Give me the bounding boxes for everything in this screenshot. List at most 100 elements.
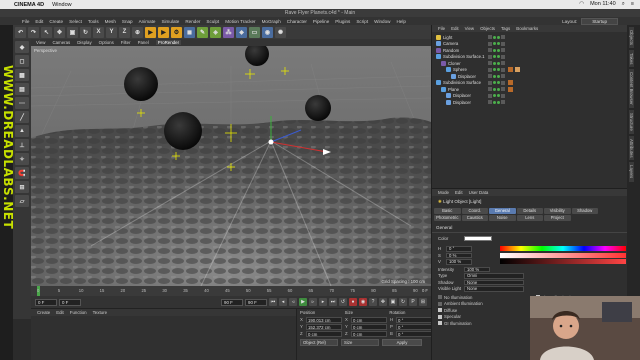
layer-icon[interactable] <box>488 74 492 79</box>
attribute-tab-coord[interactable]: Coord. <box>461 208 488 214</box>
layer-icon[interactable] <box>488 48 492 53</box>
position-x-field[interactable]: 190.013 cm <box>306 316 342 323</box>
mac-menu-window[interactable]: Window <box>52 2 72 8</box>
mac-app-name[interactable]: CINEMA 4D <box>14 2 44 8</box>
subdivision-surface-icon[interactable]: ◈ <box>210 26 221 38</box>
side-tab-layers[interactable]: Layers <box>629 162 634 182</box>
enable-check-icon[interactable] <box>501 93 505 98</box>
floor-environment-icon[interactable]: ▭ <box>249 26 260 38</box>
visibility-dot-icon[interactable] <box>493 35 496 39</box>
loop-icon[interactable]: ↺ <box>339 298 347 306</box>
coordinate-system-icon[interactable]: ⊕ <box>132 26 143 38</box>
previous-key-icon[interactable]: ◂ <box>279 298 287 306</box>
checkbox[interactable] <box>438 295 442 300</box>
go-to-end-icon[interactable]: ⏭ <box>329 298 337 306</box>
menu-list-icon[interactable]: ≡ <box>631 1 634 8</box>
end-frame-field[interactable]: 90 F <box>221 298 243 306</box>
viewport-menu-view[interactable]: View <box>36 40 45 45</box>
menu-render[interactable]: Render <box>185 19 200 24</box>
menu-mesh[interactable]: Mesh <box>105 19 116 24</box>
attribute-tab-project[interactable]: Project <box>544 215 571 221</box>
menu-snap[interactable]: Snap <box>122 19 133 24</box>
rotate-icon[interactable]: ↻ <box>80 26 91 38</box>
planar-workplane-icon[interactable]: ▱ <box>15 195 29 207</box>
coord-size-select[interactable]: Size <box>341 339 379 346</box>
render-picture-viewer-icon[interactable]: ▶ <box>158 26 169 38</box>
object-name[interactable]: Subdivision Surface.1 <box>443 54 491 59</box>
visibility-dot-icon[interactable] <box>493 94 496 98</box>
enable-check-icon[interactable] <box>501 61 505 66</box>
side-tab-structure[interactable]: Structure <box>629 110 634 134</box>
value-field[interactable]: 100 % <box>446 259 472 265</box>
enable-check-icon[interactable] <box>501 87 505 92</box>
current-frame-field[interactable]: 0 F <box>35 298 57 306</box>
deformer-icon[interactable]: ◆ <box>236 26 247 38</box>
intensity-field[interactable]: 100 % <box>464 266 490 272</box>
layout-select[interactable]: Startup <box>581 17 618 25</box>
material-tag-icon[interactable] <box>515 67 520 73</box>
keyframe-selection-icon[interactable]: ? <box>369 298 377 306</box>
wifi-icon[interactable]: ◠ <box>579 1 584 8</box>
cloner-icon[interactable]: ⁂ <box>223 26 234 38</box>
attr-menu-mode[interactable]: Mode <box>438 190 449 195</box>
perspective-viewport[interactable]: Perspective Grid Spacing : 100 cm <box>31 46 431 286</box>
object-name[interactable]: Random <box>443 48 491 53</box>
make-editable-icon[interactable]: ◆ <box>15 41 29 53</box>
render-dot-icon[interactable] <box>497 81 500 85</box>
menu-script[interactable]: Script <box>356 19 368 24</box>
attribute-tab-basic[interactable]: Basic <box>434 208 461 214</box>
rotation-p-field[interactable]: 0 ° <box>396 323 432 330</box>
attribute-tab-visibility[interactable]: Visibility <box>544 208 571 214</box>
axis-mode-icon[interactable]: ⊥ <box>15 139 29 151</box>
undo-icon[interactable]: ↶ <box>15 26 26 38</box>
render-dot-icon[interactable] <box>497 94 500 98</box>
autokey-icon[interactable]: ◉ <box>359 298 367 306</box>
position-z-field[interactable]: 0 cm <box>306 330 342 337</box>
attribute-tab-general[interactable]: General <box>489 208 516 214</box>
render-dot-icon[interactable] <box>497 61 500 65</box>
object-name[interactable]: Subdivision Surface <box>443 80 491 85</box>
menu-window[interactable]: Window <box>374 19 390 24</box>
visibility-dot-icon[interactable] <box>493 100 496 104</box>
menu-help[interactable]: Help <box>396 19 405 24</box>
enable-check-icon[interactable] <box>501 67 505 72</box>
viewport-menu-display[interactable]: Display <box>77 40 91 45</box>
saturation-field[interactable]: 0 % <box>446 252 472 258</box>
live-selection-icon[interactable]: ↖ <box>41 26 52 38</box>
material-menu-create[interactable]: Create <box>37 310 50 315</box>
value-slider[interactable] <box>500 259 626 265</box>
menu-pipeline[interactable]: Pipeline <box>313 19 329 24</box>
visibility-dot-icon[interactable] <box>493 42 496 46</box>
saturation-slider[interactable] <box>500 252 626 258</box>
rotation-h-field[interactable]: 0 ° <box>396 316 432 323</box>
position-y-field[interactable]: 152.372 cm <box>306 323 342 330</box>
render-view-icon[interactable]: ▶ <box>145 26 156 38</box>
attribute-tab-photometric[interactable]: Photometric <box>434 215 461 221</box>
spotlight-icon[interactable]: ⌕ <box>622 1 625 8</box>
menu-mograph[interactable]: MoGraph <box>262 19 281 24</box>
menu-character[interactable]: Character <box>287 19 307 24</box>
shadow-select[interactable]: None <box>464 279 524 285</box>
checkbox[interactable] <box>438 314 442 319</box>
scale-key-icon[interactable]: ▣ <box>389 298 397 306</box>
visibility-dot-icon[interactable] <box>493 87 496 91</box>
layer-icon[interactable] <box>488 100 492 105</box>
side-tab-contentbrowser[interactable]: Content Browser <box>629 69 634 109</box>
size-x-field[interactable]: 0 cm <box>351 316 387 323</box>
enable-check-icon[interactable] <box>501 80 505 85</box>
lock-workplane-icon[interactable]: ⊞ <box>15 181 29 193</box>
previous-frame-icon[interactable]: ◃ <box>289 298 297 306</box>
tweak-mode-icon[interactable]: ✧ <box>15 153 29 165</box>
move-icon[interactable]: ✥ <box>54 26 65 38</box>
menu-file[interactable]: File <box>22 19 29 24</box>
go-to-start-icon[interactable]: ⏮ <box>269 298 277 306</box>
side-tab-takes[interactable]: Takes <box>629 49 634 68</box>
obj-menu-edit[interactable]: Edit <box>451 26 459 31</box>
light-icon[interactable]: ✺ <box>275 26 286 38</box>
enable-check-icon[interactable] <box>501 100 505 105</box>
render-dot-icon[interactable] <box>497 74 500 78</box>
menu-select[interactable]: Select <box>69 19 82 24</box>
size-y-field[interactable]: 0 cm <box>351 323 387 330</box>
visibility-dot-icon[interactable] <box>493 81 496 85</box>
enable-check-icon[interactable] <box>501 35 505 40</box>
